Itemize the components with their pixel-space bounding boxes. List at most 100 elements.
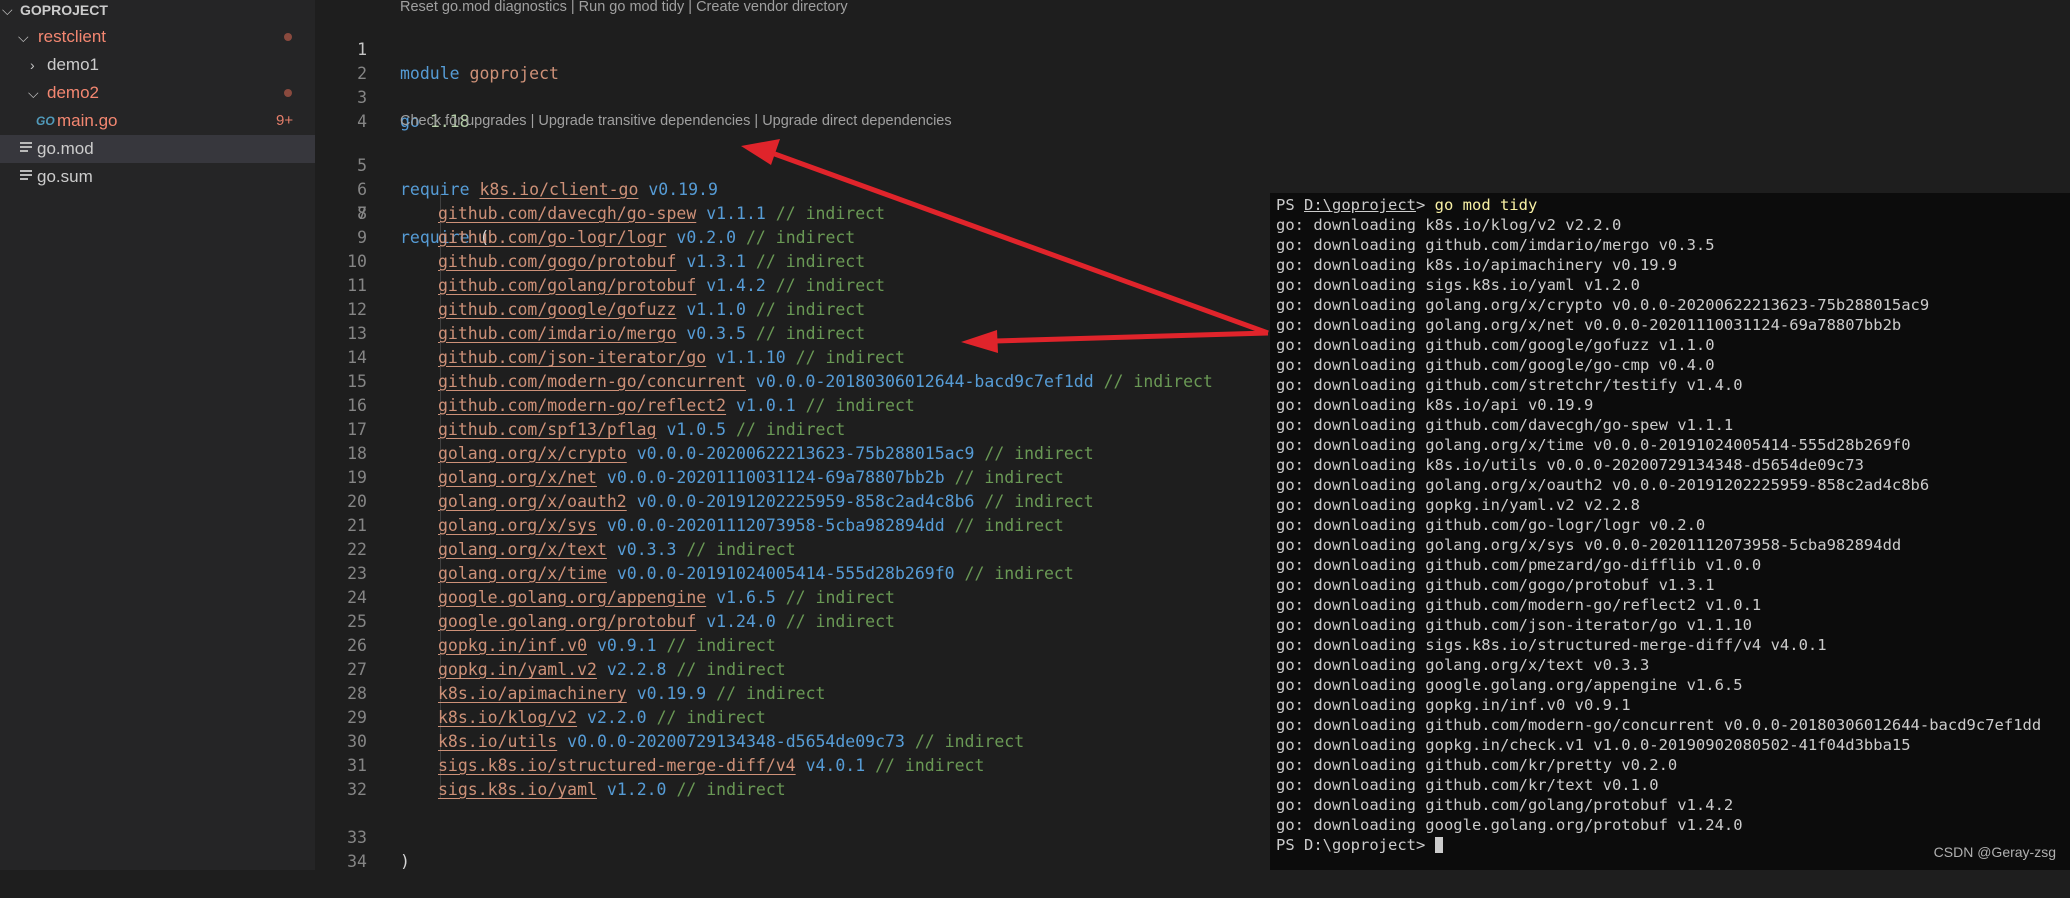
module-path-link[interactable]: golang.org/x/crypto [438,444,627,463]
terminal-output-line: go: downloading github.com/gogo/protobuf… [1276,576,1715,594]
prompt-path-link[interactable]: D:\goproject [1304,196,1416,214]
module-path-link[interactable]: golang.org/x/time [438,564,607,583]
module-path-link[interactable]: gopkg.in/yaml.v2 [438,660,597,679]
indirect-comment: // indirect [666,636,776,655]
explorer-root[interactable]: ⌵ GOPROJECT [0,0,315,20]
module-path-link[interactable]: github.com/modern-go/reflect2 [438,396,726,415]
module-path-link[interactable]: k8s.io/client-go [479,180,638,199]
line-number: 21 [347,516,367,535]
module-version: v1.0.5 [666,420,727,439]
module-path-link[interactable]: github.com/spf13/pflag [438,420,657,439]
module-version: v0.0.0-20180306012644-bacd9c7ef1dd [755,372,1094,391]
indirect-comment: // indirect [875,756,985,775]
terminal-output-line: go: downloading github.com/modern-go/ref… [1276,596,1762,614]
terminal-output-line: go: downloading github.com/pmezard/go-di… [1276,556,1762,574]
terminal-panel[interactable]: PS D:\goproject> go mod tidy go: downloa… [1270,193,2070,870]
module-version: v1.24.0 [706,612,776,631]
line-number: 20 [347,492,367,511]
module-version: v1.1.0 [686,300,746,319]
codelens-upgrade-actions[interactable]: Check for upgrades | Upgrade transitive … [400,112,952,130]
module-path-link[interactable]: google.golang.org/protobuf [438,612,696,631]
terminal-output-line: go: downloading golang.org/x/time v0.0.0… [1276,436,1911,454]
code-line-1: 1 module goproject [315,14,559,83]
module-path-link[interactable]: github.com/davecgh/go-spew [438,204,696,223]
terminal-final-prompt: PS D:\goproject> [1276,835,1443,855]
module-version: v1.2.0 [606,780,667,799]
indirect-comment: // indirect [914,732,1025,751]
module-version: v1.6.5 [716,588,776,607]
line-number: 29 [347,708,367,727]
module-path-link[interactable]: github.com/gogo/protobuf [438,252,676,271]
file-lines-icon [20,170,32,184]
terminal-output-line: go: downloading github.com/google/gofuzz… [1276,336,1715,354]
explorer-item-go-sum[interactable]: go.sum [0,163,315,191]
file-lines-icon [20,142,32,156]
prompt-suffix: > [1415,196,1435,214]
terminal-output-line: go: downloading github.com/golang/protob… [1276,796,1734,814]
line-number: 34 [347,852,367,871]
terminal-output-line: go: downloading github.com/davecgh/go-sp… [1276,416,1734,434]
explorer-item-main-go[interactable]: GO main.go 9+ [0,107,315,135]
keyword: require [400,180,470,199]
terminal-output-line: go: downloading github.com/kr/text v0.1.… [1276,776,1659,794]
module-path-link[interactable]: google.golang.org/appengine [438,588,706,607]
module-path-link[interactable]: sigs.k8s.io/structured-merge-diff/v4 [438,756,796,775]
line-number: 32 [347,780,367,799]
chevron-down-icon: ⌵ [28,85,39,101]
module-path-link[interactable]: github.com/modern-go/concurrent [438,372,746,391]
explorer-item-demo2[interactable]: ⌵ demo2 [0,79,315,107]
indirect-comment: // indirect [954,468,1064,487]
terminal-output-line: go: downloading github.com/stretchr/test… [1276,376,1743,394]
modified-dot-icon [284,89,292,97]
line-number: 31 [347,756,367,775]
line-number: 24 [347,588,367,607]
module-path-link[interactable]: golang.org/x/sys [438,516,597,535]
indirect-comment: // indirect [745,228,856,247]
explorer-item-restclient[interactable]: ⌵ restclient [0,23,315,51]
explorer-item-go-mod[interactable]: go.mod [0,135,315,163]
module-path-link[interactable]: golang.org/x/text [438,540,607,559]
module-version: v2.2.8 [606,660,667,679]
module-version: v0.0.0-20200729134348-d5654de09c73 [567,732,905,751]
module-path-link[interactable]: github.com/go-logr/logr [438,228,666,247]
module-path-link[interactable]: golang.org/x/oauth2 [438,492,627,511]
module-path-link[interactable]: k8s.io/klog/v2 [438,708,577,727]
indirect-comment: // indirect [785,612,895,631]
code-line-6: 6 [315,154,367,199]
code-line-4: 4 [315,86,367,131]
explorer-item-label: go.sum [37,167,93,186]
module-path-link[interactable]: github.com/json-iterator/go [438,348,706,367]
module-path-link[interactable]: github.com/google/gofuzz [438,300,676,319]
codelens-go-mod-actions[interactable]: Reset go.mod diagnostics | Run go mod ti… [400,0,848,16]
terminal-output-line: go: downloading k8s.io/klog/v2 v2.2.0 [1276,216,1622,234]
terminal-output-line: go: downloading golang.org/x/text v0.3.3 [1276,656,1650,674]
module-path-link[interactable]: k8s.io/utils [438,732,557,751]
module-path-link[interactable]: sigs.k8s.io/yaml [438,780,597,799]
line-number: 28 [347,684,367,703]
module-path-link[interactable]: golang.org/x/net [438,468,597,487]
line-number: 30 [347,732,367,751]
module-path-link[interactable]: k8s.io/apimachinery [438,684,627,703]
code-line-34: 34 [315,826,367,871]
terminal-output-line: go: downloading sigs.k8s.io/yaml v1.2.0 [1276,276,1640,294]
explorer-item-label: demo1 [47,55,99,74]
keyword: module [400,64,460,83]
line-number: 8 [357,204,367,223]
chevron-down-icon: ⌵ [2,2,13,18]
explorer-item-demo1[interactable]: › demo1 [0,51,315,79]
terminal-output-line: go: downloading google.golang.org/protob… [1276,816,1743,834]
line-number: 25 [347,612,367,631]
code-line-7: 7 require ( [315,178,489,247]
module-path-link[interactable]: github.com/golang/protobuf [438,276,696,295]
chevron-down-icon: ⌵ [18,29,29,45]
module-version: v0.19.9 [648,180,718,199]
line-number: 16 [347,396,367,415]
code-line-2: 2 [315,38,367,83]
terminal-output-line: go: downloading gopkg.in/yaml.v2 v2.2.8 [1276,496,1640,514]
explorer-item-label: go.mod [37,139,94,158]
module-path-link[interactable]: gopkg.in/inf.v0 [438,636,587,655]
indirect-comment: // indirect [736,420,846,439]
module-version: v0.0.0-20191202225959-858c2ad4c8b6 [636,492,975,511]
module-path-link[interactable]: github.com/imdario/mergo [438,324,676,343]
watermark: CSDN @Geray-zsg [1933,844,2056,860]
